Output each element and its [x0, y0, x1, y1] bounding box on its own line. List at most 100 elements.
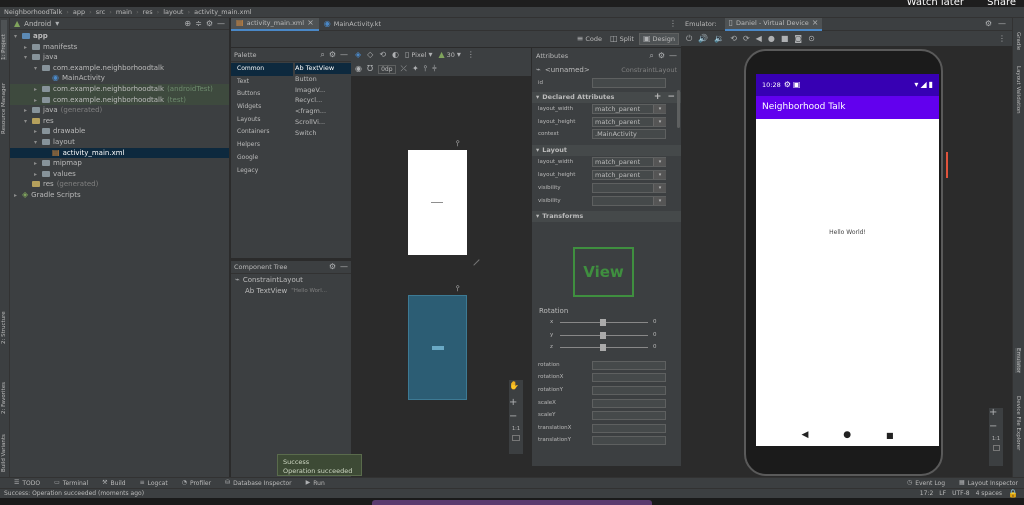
zoom-reset[interactable]: 1:1 [509, 426, 523, 432]
expand-arrow-icon[interactable]: ▸ [14, 191, 22, 202]
resize-handle-icon[interactable]: ⫯ [456, 284, 459, 294]
transform-field-input[interactable] [592, 436, 666, 446]
taskbar-app[interactable] [372, 500, 652, 505]
file-encoding[interactable]: UTF-8 [952, 490, 970, 497]
chevron-down-icon[interactable]: ▾ [653, 158, 666, 167]
layout-section-header[interactable]: ▾ Layout [532, 145, 681, 157]
bottom-tab[interactable]: ⛁ Database Inspector [225, 480, 292, 487]
project-view-selector[interactable]: Android [24, 20, 51, 28]
tree-item[interactable]: ◉ MainActivity [10, 73, 229, 84]
line-ending[interactable]: LF [939, 490, 946, 497]
tab-mainactivity-kt[interactable]: ◉ MainActivity.kt [319, 18, 386, 31]
gear-icon[interactable]: ⚙ [206, 19, 213, 28]
gear-icon[interactable]: ⚙ [329, 263, 336, 271]
nav-overview-icon[interactable]: ■ [886, 431, 894, 440]
bottom-tab[interactable]: ⚒ Build [102, 480, 125, 487]
palette-item[interactable]: ScrollVi... [295, 117, 351, 128]
minimize-icon[interactable]: — [340, 263, 348, 271]
infer-constraints-icon[interactable]: ✦ [412, 65, 419, 73]
volume-down-icon[interactable]: 🔉 [714, 34, 724, 43]
back-icon[interactable]: ◀ [756, 34, 762, 43]
breadcrumb-item[interactable]: main [116, 8, 132, 16]
clear-constraints-icon[interactable]: ⤫ [401, 65, 407, 73]
fit-screen-icon[interactable] [512, 435, 520, 441]
caret-position[interactable]: 17:2 [920, 490, 933, 497]
home-icon[interactable]: ● [768, 34, 775, 43]
palette-item[interactable]: <fragm... [295, 106, 351, 117]
chevron-down-icon[interactable]: ▾ [653, 196, 666, 205]
tool-tab-device-file-explorer[interactable]: Device File Explorer [1015, 396, 1021, 450]
design-preview[interactable] [408, 150, 467, 255]
palette-item[interactable]: Recycl... [295, 95, 351, 106]
rotation-slider[interactable] [560, 331, 648, 339]
palette-category[interactable]: Containers [231, 126, 293, 139]
magnet-icon[interactable]: Ʊ [367, 65, 373, 73]
tool-tab-favorites[interactable]: 2: Favorites [1, 364, 7, 414]
minimize-icon[interactable]: — [998, 20, 1006, 28]
minimize-icon[interactable]: — [217, 19, 225, 28]
emulator-zoom-reset[interactable]: 1:1 [989, 436, 1003, 442]
slider-thumb[interactable] [600, 344, 606, 352]
tree-node-textview[interactable]: Ab TextView "Hello Worl... [231, 285, 351, 296]
minimize-icon[interactable]: — [669, 51, 677, 60]
bottom-tab[interactable]: ☰ TODO [14, 480, 40, 487]
chevron-down-icon[interactable]: ▾ [653, 170, 666, 179]
snapshot-icon[interactable]: ⊙ [808, 34, 815, 43]
transform-field-input[interactable] [592, 398, 666, 408]
fit-screen-icon[interactable] [992, 445, 1000, 451]
volume-up-icon[interactable]: 🔊 [698, 34, 708, 43]
power-icon[interactable]: ⏻ [686, 34, 692, 43]
default-margin-field[interactable]: 0dp [378, 64, 396, 74]
zoom-in-icon[interactable]: + [989, 408, 997, 418]
tree-item[interactable]: ▾ res [10, 116, 229, 127]
lock-icon[interactable]: 🔒 [1008, 489, 1018, 498]
design-textview[interactable] [431, 202, 443, 203]
rotation-slider[interactable] [560, 319, 648, 327]
guidelines-icon[interactable]: ⫯ [424, 65, 427, 73]
tab-virtual-device[interactable]: ▯ Daniel - Virtual Device × [724, 17, 823, 31]
resize-handle-icon[interactable]: ⫯ [456, 139, 459, 149]
overview-icon[interactable]: ■ [781, 34, 789, 43]
bottom-tab[interactable]: ◷ Event Log [907, 480, 945, 487]
close-icon[interactable]: × [307, 19, 314, 27]
breadcrumb-item[interactable]: activity_main.xml [194, 8, 252, 16]
declared-attributes-header[interactable]: ▾ Declared Attributes + − [532, 91, 681, 103]
orientation-icon[interactable]: ⟲ [379, 51, 386, 59]
transforms-section-header[interactable]: ▾ Transforms [532, 211, 681, 223]
tool-tab-layout-validation[interactable]: Layout Validation [1015, 66, 1021, 114]
palette-item[interactable]: Button [295, 74, 351, 85]
tree-item[interactable]: ▾ app [10, 31, 229, 42]
tool-tab-project[interactable]: 1: Project [1, 20, 7, 60]
bottom-tab[interactable]: ▶ Run [306, 480, 325, 487]
eye-icon[interactable]: ◉ [355, 65, 362, 73]
tree-item[interactable]: res (generated) [10, 179, 229, 190]
align-icon[interactable]: ⫩ [432, 65, 437, 73]
tree-item[interactable]: ▸ values [10, 169, 229, 180]
more-options-icon[interactable]: ⋮ [669, 20, 677, 28]
pan-icon[interactable]: ✋ [509, 382, 519, 390]
bottom-tab[interactable]: ≡ Logcat [140, 480, 168, 487]
chevron-down-icon[interactable]: ▾ [653, 183, 666, 192]
blueprint-textview[interactable] [432, 346, 444, 350]
zoom-out-icon[interactable]: − [989, 422, 997, 432]
tree-item[interactable]: ▸ com.example.neighborhoodtalk (androidTes… [10, 83, 229, 95]
breadcrumb-item[interactable]: src [96, 8, 106, 16]
nav-home-icon[interactable]: ● [843, 430, 851, 440]
zoom-out-icon[interactable]: − [509, 412, 517, 422]
chevron-down-icon[interactable]: ▾ [653, 117, 666, 126]
add-attribute-icon[interactable]: + [654, 92, 662, 103]
rotate-right-icon[interactable]: ⟳ [743, 34, 750, 43]
transform-field-input[interactable] [592, 373, 666, 383]
breadcrumb-item[interactable]: app [73, 8, 85, 16]
tree-item[interactable]: ▸ drawable [10, 126, 229, 137]
transform-field-input[interactable] [592, 411, 666, 421]
split-view-button[interactable]: ◫ Split [607, 33, 637, 45]
target-icon[interactable]: ⊕ [184, 19, 191, 28]
minimize-icon[interactable]: — [340, 50, 348, 59]
gear-icon[interactable]: ⚙ [658, 51, 665, 60]
palette-category[interactable]: Layouts [231, 114, 293, 127]
palette-item[interactable]: Ab TextView [295, 63, 351, 74]
palette-category[interactable]: Helpers [231, 139, 293, 152]
palette-item[interactable]: ImageV... [295, 85, 351, 96]
palette-category[interactable]: Text [231, 76, 293, 89]
